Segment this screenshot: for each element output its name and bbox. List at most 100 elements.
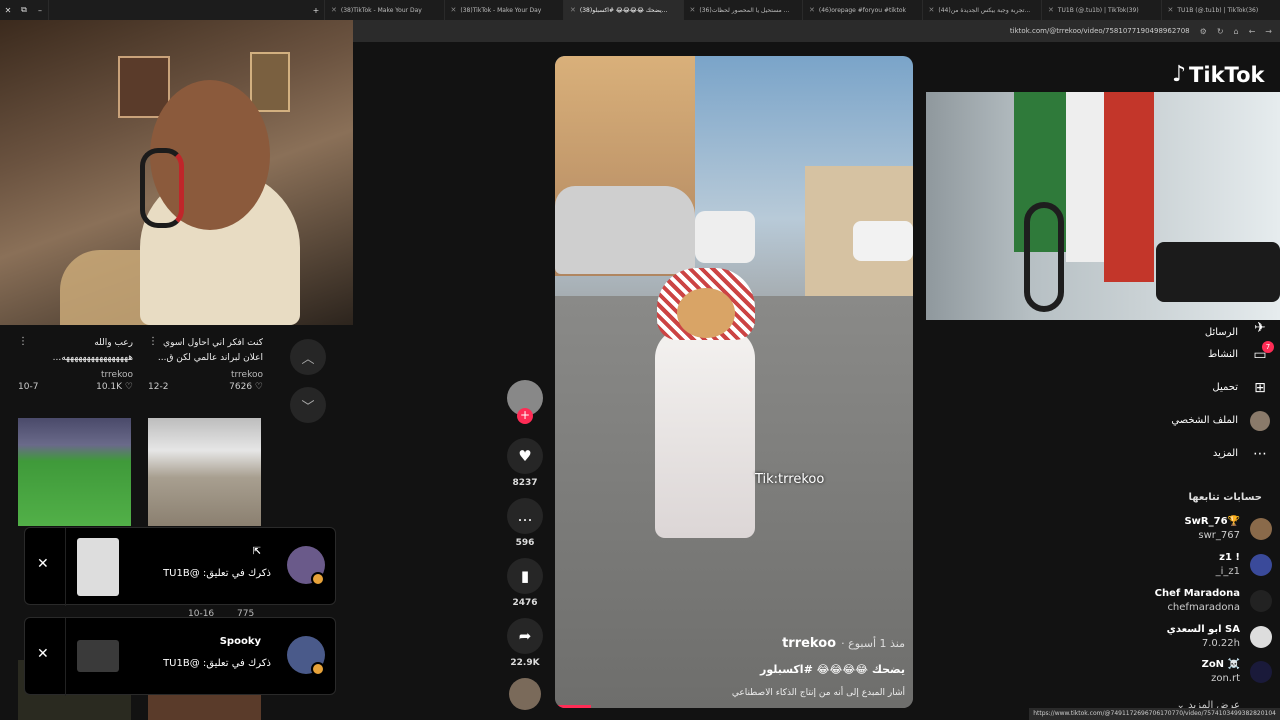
browser-tab[interactable]: ✕ (44)تجربة وجبة بيكس الجديدة من... [921,0,1042,20]
like-action[interactable]: ♥ 8237 [502,438,548,488]
comment-action[interactable]: … 596 [502,498,548,548]
previous-video-button[interactable]: ︿ [290,339,326,375]
following-account[interactable]: ابو السعدي SA 7.0.22h [1112,622,1272,652]
back-icon[interactable]: ← [1249,27,1256,36]
share-action[interactable]: ➦ 22.9K [502,618,548,668]
following-account[interactable]: ZoN ☠️ zon.rt [1112,657,1272,687]
account-handle: zon.rt [1211,673,1240,684]
new-tab-icon[interactable]: + [308,6,324,15]
browser-tab-active[interactable]: ✕ (38)يضحك 😂😂😂😂 #اكسبلو... [563,0,683,20]
wall-poster [250,52,290,112]
more-options-icon[interactable]: ⋮ [148,336,158,347]
close-tab-icon[interactable]: ✕ [1048,6,1054,14]
tiktok-logo[interactable]: ♪ TikTok [1172,62,1264,87]
profile-icon [1250,410,1270,431]
close-tab-icon[interactable]: ✕ [690,6,696,14]
browser-tab[interactable]: ✕ (36)مستحيل يا المحصور لحظات ... [682,0,803,20]
bookmark-icon[interactable]: ▮ [507,558,543,594]
url-field[interactable]: tiktok.com/@trrekoo/video/75810771904989… [1010,27,1190,35]
close-icon[interactable]: ✕ [37,646,49,662]
video-thumbnail[interactable] [18,418,131,526]
sidebar-item-messages[interactable]: ✈ الرسائل [1110,310,1270,338]
close-tab-icon[interactable]: ✕ [451,6,457,14]
video-author[interactable]: trrekoo [148,370,263,380]
window-minimize-icon[interactable]: – [32,6,48,15]
video-player[interactable]: Tik:trrekoo trrekoo · منذ 1 أسبوع يضحك 😂… [555,56,913,708]
heart-icon[interactable]: ♥ [507,438,543,474]
video-caption-line2: اعلان لبراند عالمي لكن ق... [157,353,263,363]
tab-label: (38)TikTok - Make Your Day [460,6,542,14]
browser-tab[interactable]: ✕ (38)TikTok - Make Your Day [443,0,564,20]
notification-username: Spooky [219,636,261,647]
flag-stripe [1066,92,1106,262]
sidebar-item-activity[interactable]: ▭ 7 النشاط [1110,338,1274,371]
divider [65,528,66,606]
account-name: ZoN ☠️ [1201,659,1240,670]
browser-tab[interactable]: ✕ (38)TikTok - Make Your Day [324,0,444,20]
video-date: 12-2 [148,382,169,392]
following-header: حسابات تتابعها [1188,492,1262,503]
browser-tab[interactable]: ✕ TU1B (@.tu1b) | TikTok(36) [1160,0,1280,20]
webcam-overlay [0,20,353,325]
account-name: SwR_76🏆 [1184,516,1240,527]
tab-label: (36)مستحيل يا المحصور لحظات ... [699,6,790,14]
video-author[interactable]: trrekoo [18,370,133,380]
following-account[interactable]: z1 ! _i_z1 [1112,550,1272,580]
video-time-ago: · منذ 1 أسبوع [841,637,905,650]
browser-tab[interactable]: ✕ (46)orepage #foryou #tiktok [802,0,922,20]
video-card[interactable]: ⋮ كنت افكر اني احاول اسوي اعلان لبراند ع… [148,336,263,392]
more-options-icon[interactable]: ⋮ [18,336,28,347]
close-icon[interactable]: ✕ [37,556,49,572]
notification-user: ⇱ [253,546,261,557]
video-caption-line2: ههههههههههههههههه... [52,353,133,363]
tab-label: (44)تجربة وجبة بيكس الجديدة من... [938,6,1031,14]
tune-icon[interactable]: ⚙ [1200,27,1207,36]
sidebar-nav: ✈ الرسائل ▭ 7 النشاط ⊞ تحميل الملف الشخصي… [1110,310,1274,470]
comment-icon[interactable]: … [507,498,543,534]
video-watermark: Tik:trrekoo [755,472,825,487]
creator-avatar[interactable]: + [507,380,543,424]
window-menu-icon[interactable]: ✕ [0,6,16,15]
following-account[interactable]: SwR_76🏆 swr_767 [1112,514,1272,544]
account-name: Chef Maradona [1154,588,1240,599]
account-handle: _i_z1 [1215,566,1240,577]
close-tab-icon[interactable]: ✕ [570,6,576,14]
video-thumbnail[interactable] [148,418,261,526]
video-scene-car [853,221,913,261]
video-author[interactable]: trrekoo [782,636,836,651]
sidebar-item-profile[interactable]: الملف الشخصي [1110,404,1270,437]
save-action[interactable]: ▮ 2476 [502,558,548,608]
sidebar-item-upload[interactable]: ⊞ تحميل [1110,371,1270,404]
status-bar-url: https://www.tiktok.com/@7491172696706170… [1029,708,1280,720]
home-icon[interactable]: ⌂ [1234,27,1239,36]
forward-icon[interactable]: → [1265,27,1272,36]
reload-icon[interactable]: ↻ [1217,27,1224,36]
close-tab-icon[interactable]: ✕ [809,6,815,14]
music-disc-icon[interactable] [509,678,541,710]
tab-label: TU1B (@.tu1b) | TikTok(36) [1177,6,1259,14]
mention-notification[interactable]: ✕ Spooky ذكرك في تعليق: @TU1B [24,617,336,696]
mention-notification[interactable]: ✕ ⇱ ذكرك في تعليق: @TU1B [24,527,336,606]
share-count: 22.9K [510,658,540,668]
save-count: 2476 [512,598,538,608]
tab-label: (46)orepage #foryou #tiktok [818,6,907,14]
following-account[interactable]: Chef Maradona chefmaradona [1112,586,1272,616]
share-icon[interactable]: ➦ [507,618,543,654]
close-tab-icon[interactable]: ✕ [929,6,935,14]
video-actions: + ♥ 8237 … 596 ▮ 2476 ➦ 22.9K [502,380,548,720]
follow-plus-icon[interactable]: + [517,408,533,424]
notification-thumbnail [77,640,119,672]
browser-tab[interactable]: ✕ TU1B (@.tu1b) | TikTok(39) [1041,0,1161,20]
next-video-button[interactable]: ﹀ [290,387,326,423]
close-tab-icon[interactable]: ✕ [1168,6,1174,14]
video-caption: كنت افكر اني احاول اسوي [163,338,263,348]
badge-icon [311,572,325,586]
video-card[interactable]: ⋮ رعب والله ههههههههههههههههه... trrekoo… [18,336,133,392]
sidebar-item-more[interactable]: ⋯ المزيد [1110,437,1270,470]
video-progress-bar[interactable] [555,705,591,708]
window-restore-icon[interactable]: ⧉ [16,5,32,15]
account-handle: swr_767 [1198,530,1240,541]
close-tab-icon[interactable]: ✕ [331,6,337,14]
video-scene-car [555,186,695,274]
video-scene-car [695,211,755,263]
